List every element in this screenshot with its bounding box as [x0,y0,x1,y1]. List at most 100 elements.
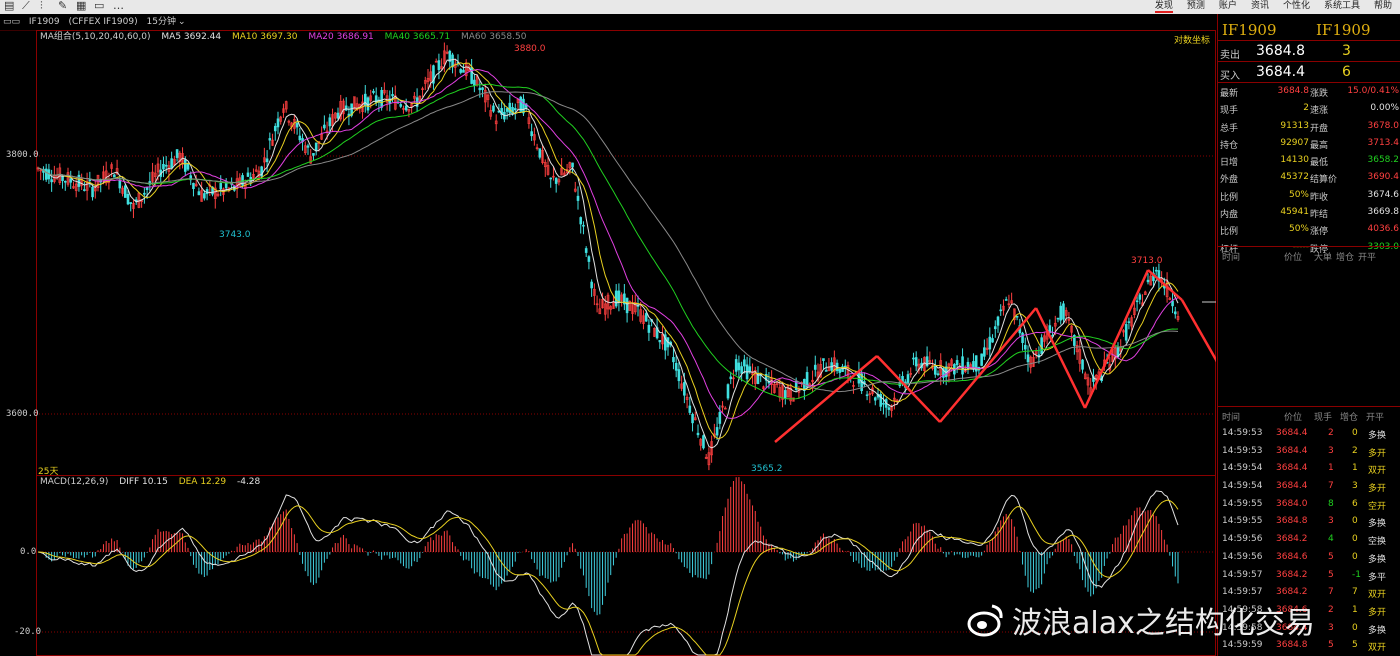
candle-body [579,217,583,225]
l2-label: 速涨 [1310,106,1329,117]
col-openclose: 开平 [1366,413,1385,423]
low-label-1: 3743.0 [219,230,251,240]
tick-qty: 3 [1328,516,1334,527]
chart-icon[interactable]: ⫶ [40,0,43,12]
main-panel-border [36,30,1216,476]
menu-item-discover[interactable]: 发现 [1154,1,1173,13]
candle-body [983,347,986,357]
macd-params[interactable]: MACD(12,26,9) [40,477,108,487]
candle-body [865,394,869,397]
candle-body [955,360,959,366]
tick-row[interactable]: 14:59:55 3684.8 3 0 多换 [1218,513,1400,531]
candle-body [1021,332,1024,343]
candle-body [873,397,877,401]
ma-legend-group[interactable]: MA组合(5,10,20,40,60,0) [40,32,151,42]
draw-icon[interactable]: ✎ [58,0,67,12]
candle-body [822,358,825,361]
ask-row[interactable]: 卖出 3684.8 3 [1218,40,1400,61]
candle-body [83,189,86,191]
candle-body [748,366,752,372]
macd-value: -4.28 [236,477,261,487]
tick-type: 多换 [1368,519,1387,530]
candle-body [118,179,122,189]
candle-body [61,176,64,181]
kline-chart[interactable] [0,30,1216,656]
tick-time: 14:59:55 [1222,498,1263,509]
period-selector[interactable]: 15分钟 ⌄ [147,17,186,27]
tick-time: 14:59:55 [1222,516,1263,527]
log-scale-toggle[interactable]: 对数坐标 [1174,33,1210,46]
candle-body [459,69,463,73]
tick-price: 3684.4 [1276,428,1308,438]
candle-body [647,324,651,333]
candle-body [1124,324,1128,341]
l2-label: 开盘 [1310,123,1329,134]
tick-row[interactable]: 14:59:53 3684.4 3 2 多开 [1218,443,1400,461]
menu-item-account[interactable]: 账户 [1219,1,1237,11]
v1-value: 14130 [1280,155,1309,166]
exchange-code: (CFFEX IF1909) [68,17,138,27]
l1-label: 最新 [1220,89,1239,99]
tick-row[interactable]: 14:59:54 3684.4 7 3 多开 [1218,478,1400,496]
menu-item-system-tools[interactable]: 系统工具 [1324,1,1360,11]
list-icon[interactable]: ▤ [4,0,14,12]
bid-row[interactable]: 买入 3684.4 6 [1218,61,1400,82]
tick-row[interactable]: 14:59:56 3684.6 5 0 多换 [1218,549,1400,567]
tick-row[interactable]: 14:59:55 3684.0 8 6 空开 [1218,496,1400,514]
ma20-line [37,68,1179,419]
candle-body [1171,300,1174,307]
window-icon[interactable]: ▭ [94,0,104,12]
candle-body [522,98,525,114]
tick-row[interactable]: 14:59:54 3684.4 1 1 双开 [1218,460,1400,478]
macd-histogram [40,477,1179,616]
candle-body [273,125,277,132]
ma40-line [37,83,1179,400]
tick-row[interactable]: 14:59:57 3684.2 5 -1 多平 [1218,567,1400,585]
ma5-value: MA5 3692.44 [161,32,222,42]
wave-arrow-segment [1083,269,1150,409]
tick-type: 多换 [1368,554,1387,565]
tick-qty: 7 [1328,587,1334,598]
more-icon[interactable]: … [113,0,124,12]
candle-body [268,138,272,141]
watermark-text: 波浪alax之结构化交易 [1012,606,1315,641]
candle-body [380,90,383,108]
layout-toggle-icon[interactable]: ▭▭ [3,17,20,27]
candle-body [192,182,195,190]
tick-oi: 0 [1352,534,1358,545]
candle-body [246,172,250,177]
menu-item-help[interactable]: 帮助 [1374,1,1392,11]
candle-body [743,359,746,367]
col-price: 价位 [1284,253,1303,263]
candle-body [906,374,910,383]
tick-qty: 2 [1328,604,1334,615]
ma60-line [37,91,1179,393]
menu-item-personalize[interactable]: 个性化 [1283,1,1310,11]
menu-item-news[interactable]: 资讯 [1251,1,1269,11]
dea-value: DEA 12.29 [178,477,227,487]
candle-body [726,384,730,399]
col-big: 大单 [1314,253,1333,263]
yaxis-label-3800: 3800.0 [6,150,39,160]
tick-row[interactable]: 14:59:56 3684.2 4 0 空换 [1218,531,1400,549]
candle-body [587,256,591,262]
candle-body [513,108,517,111]
candle-body [451,54,454,68]
high-label-2: 3713.0 [1131,256,1163,266]
candle-body [658,339,662,343]
grid-icon[interactable]: ▦ [76,0,86,12]
candle-body [912,357,915,360]
line-icon[interactable]: ⟋ [22,0,30,12]
tick-type: 多开 [1368,448,1387,459]
candle-body [1135,300,1139,303]
candle-body [113,174,116,178]
candle-body [813,364,817,370]
big-order-header: 时间 价位 大单 增仓 开平 [1218,250,1400,263]
ma5-line [37,58,1179,449]
tick-time: 14:59:54 [1222,481,1263,492]
tick-row[interactable]: 14:59:53 3684.4 2 0 多换 [1218,425,1400,443]
menu-item-forecast[interactable]: 预测 [1187,1,1205,11]
candle-body [162,164,165,170]
candle-body [1127,321,1131,323]
v1-value: 45941 [1280,207,1309,218]
